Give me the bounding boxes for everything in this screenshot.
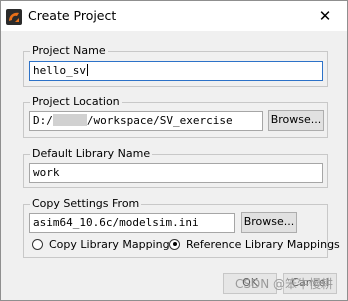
text-cursor [86, 64, 88, 76]
copy-library-mappings-label: Copy Library Mappings [49, 237, 176, 251]
reference-library-mappings-radio[interactable] [169, 238, 180, 250]
copy-settings-input[interactable]: asim64_10.6c/modelsim.ini [29, 213, 235, 233]
reference-library-mappings-option[interactable]: Reference Library Mappings [169, 237, 340, 251]
dialog-title: Create Project [28, 8, 117, 23]
project-name-value: hello_sv [33, 64, 86, 77]
copy-library-mappings-radio[interactable] [32, 238, 43, 250]
close-button[interactable]: ✕ [303, 1, 347, 31]
default-library-label: Default Library Name [30, 147, 153, 161]
create-project-dialog: Create Project ✕ Project Name hello_sv P… [0, 0, 348, 301]
project-location-suffix: /workspace/SV_exercise [86, 114, 233, 127]
close-icon: ✕ [318, 7, 332, 25]
project-name-label: Project Name [30, 44, 108, 58]
project-name-input[interactable]: hello_sv [29, 61, 323, 81]
title-bar: Create Project ✕ [1, 1, 347, 31]
project-location-label: Project Location [30, 95, 122, 109]
project-location-browse-button[interactable]: Browse... [268, 110, 324, 131]
copy-settings-browse-button[interactable]: Browse... [241, 212, 297, 233]
copy-library-mappings-option[interactable]: Copy Library Mappings [32, 237, 175, 251]
default-library-value: work [33, 166, 60, 179]
project-location-input[interactable]: D:/ /workspace/SV_exercise [29, 111, 263, 131]
watermark: CSDN @笨牛慢耕 [235, 277, 334, 291]
redacted-path [52, 114, 87, 126]
copy-settings-label: Copy Settings From [30, 197, 142, 211]
copy-settings-value: asim64_10.6c/modelsim.ini [33, 216, 199, 229]
modelsim-logo-icon [6, 9, 22, 25]
reference-library-mappings-label: Reference Library Mappings [186, 237, 340, 251]
default-library-input[interactable]: work [29, 163, 323, 183]
project-location-prefix: D:/ [33, 114, 53, 127]
